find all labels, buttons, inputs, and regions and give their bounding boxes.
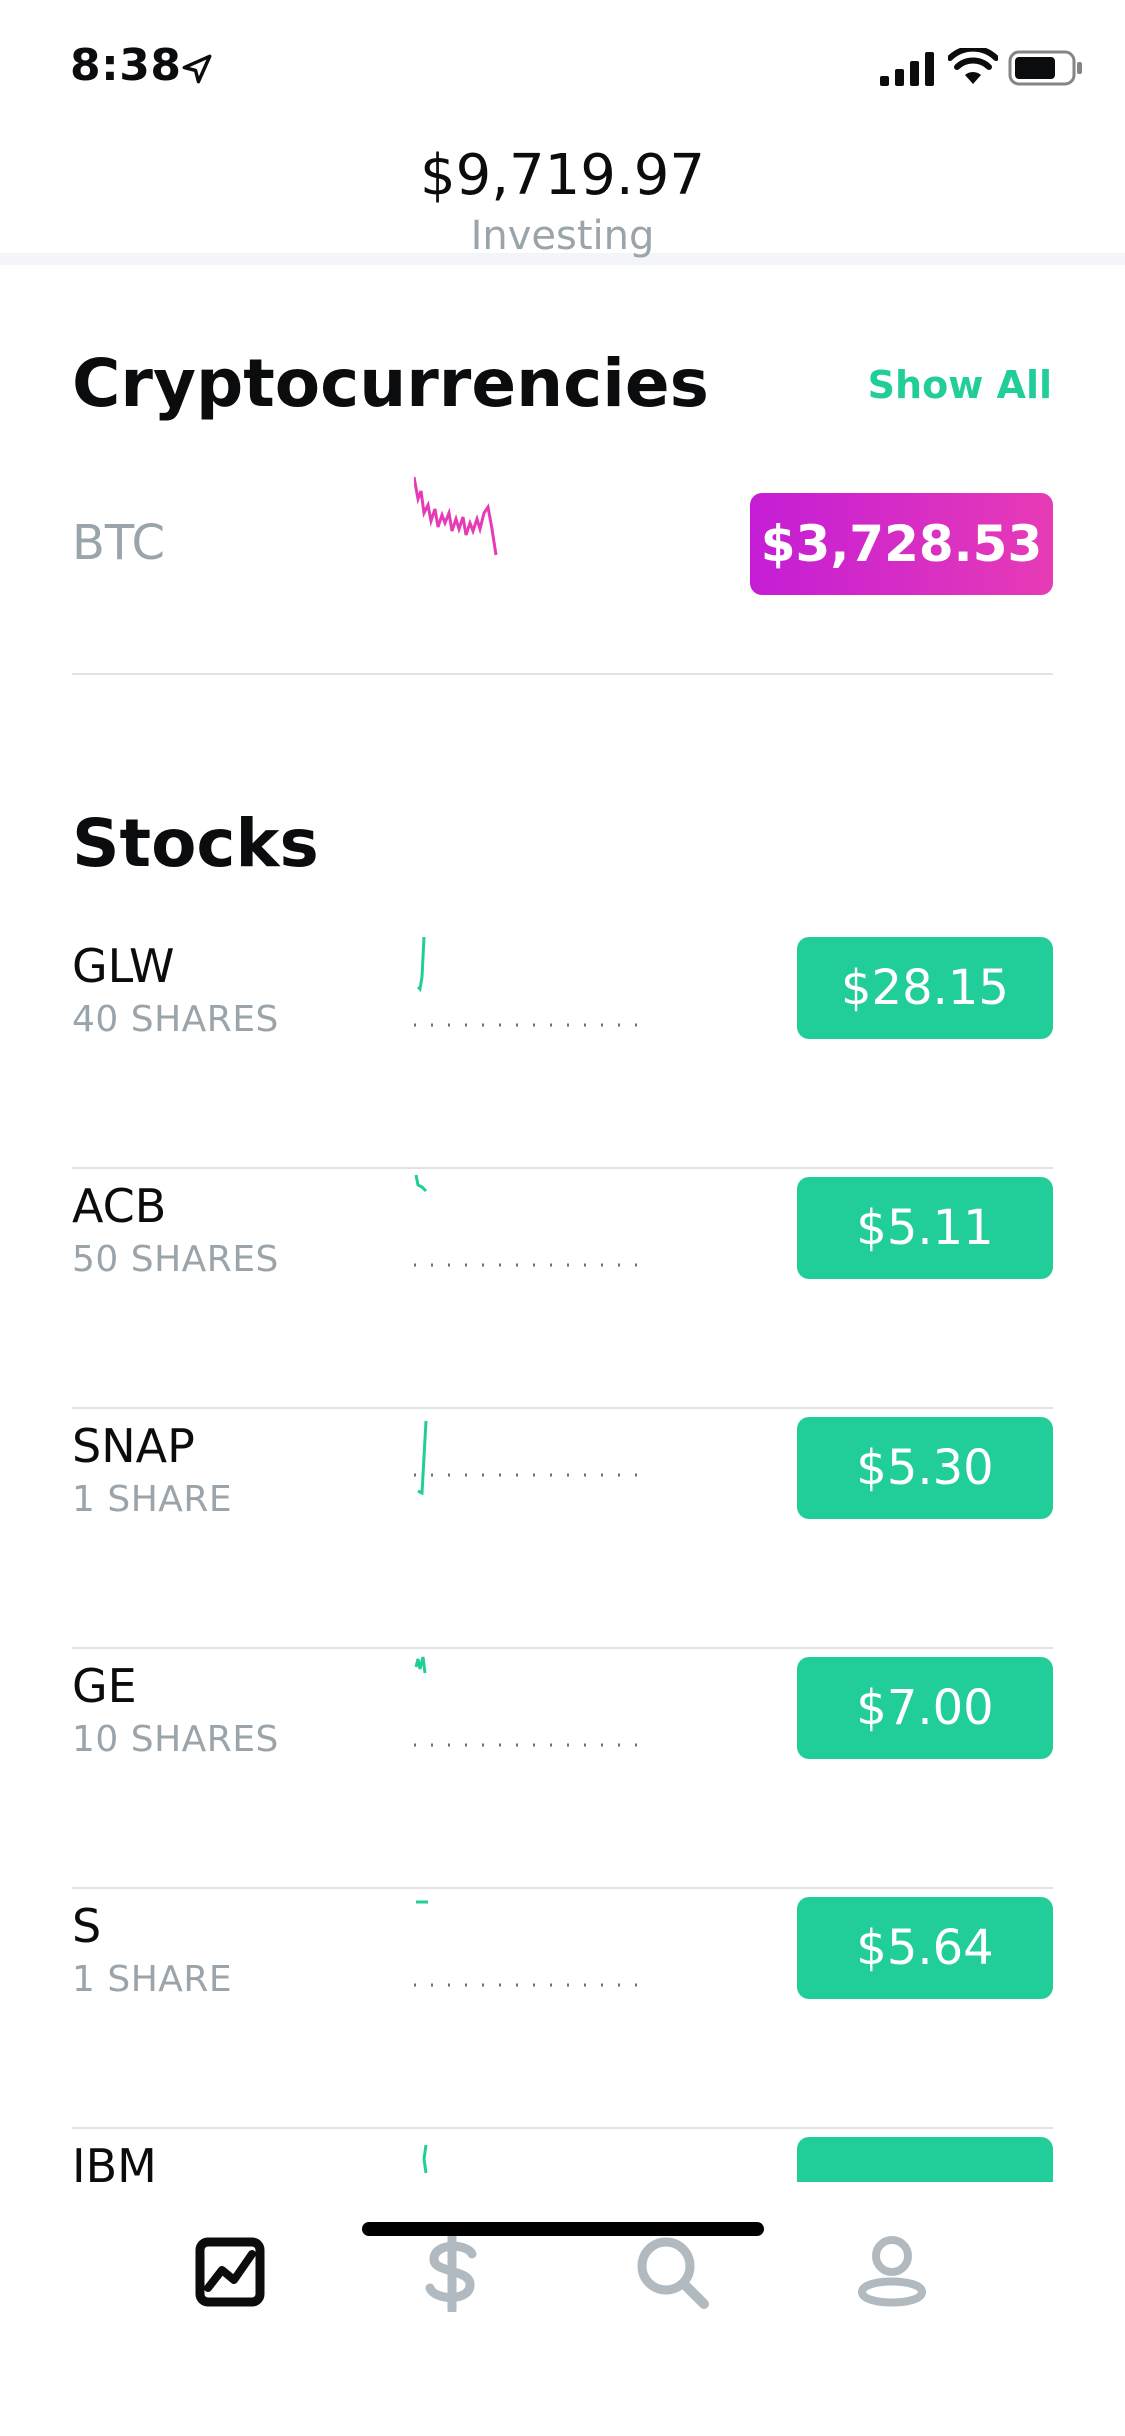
stocks-section-title: Stocks <box>72 805 319 882</box>
stock-symbol: GLW <box>72 939 175 993</box>
watchlist-content[interactable]: Cryptocurrencies Show All BTC $3,728.53 … <box>0 277 1125 2182</box>
glw-price-button[interactable]: $28.15 <box>797 937 1053 1039</box>
search-icon[interactable] <box>632 2232 712 2312</box>
stock-symbol: GE <box>72 1659 137 1713</box>
stock-row-s[interactable]: S 1 SHARE $5.64 <box>72 1889 1053 2129</box>
stock-shares: 10 SHARES <box>72 1719 279 1760</box>
location-arrow-icon <box>182 54 212 84</box>
portfolio-value: $9,719.97 <box>419 143 705 208</box>
acb-sparkline <box>414 1174 644 1267</box>
stock-row-ibm[interactable]: IBM <box>72 2129 1053 2182</box>
tab-bar <box>0 2182 1125 2436</box>
stock-symbol: ACB <box>72 1179 167 1233</box>
home-indicator <box>362 2222 764 2236</box>
stock-shares: 50 SHARES <box>72 1239 279 1280</box>
stock-shares: 1 SHARE <box>72 1479 233 1520</box>
btc-price-button[interactable]: $3,728.53 <box>750 493 1053 595</box>
stock-symbol: IBM <box>72 2139 157 2182</box>
show-all-link[interactable]: Show All <box>868 363 1052 407</box>
stock-symbol: SNAP <box>72 1419 195 1473</box>
account-icon[interactable] <box>852 2232 932 2312</box>
dollar-icon[interactable] <box>412 2232 492 2312</box>
stock-shares: 40 SHARES <box>72 999 279 1040</box>
status-bar: 8:38 <box>0 0 1125 135</box>
snap-price-button[interactable]: $5.30 <box>797 1417 1053 1519</box>
stock-row-glw[interactable]: GLW 40 SHARES $28.15 <box>72 929 1053 1169</box>
wifi-icon <box>948 48 998 84</box>
stock-shares: 1 SHARE <box>72 1959 233 2000</box>
stock-symbol: S <box>72 1899 102 1953</box>
ibm-price-button[interactable] <box>797 2137 1053 2182</box>
status-time: 8:38 <box>70 40 182 91</box>
cellular-signal-icon <box>880 52 934 86</box>
btc-sparkline <box>414 476 498 556</box>
glw-sparkline <box>414 936 644 1027</box>
portfolio-label: Investing <box>470 213 655 259</box>
acb-price-button[interactable]: $5.11 <box>797 1177 1053 1279</box>
crypto-row-btc[interactable]: BTC $3,728.53 <box>72 467 1053 675</box>
battery-icon <box>1008 50 1082 86</box>
crypto-symbol: BTC <box>72 515 165 571</box>
s-price-button[interactable]: $5.64 <box>797 1897 1053 1999</box>
ibm-sparkline <box>422 2144 428 2174</box>
stock-row-acb[interactable]: ACB 50 SHARES $5.11 <box>72 1169 1053 1409</box>
stock-row-snap[interactable]: SNAP 1 SHARE $5.30 <box>72 1409 1053 1649</box>
stock-row-ge[interactable]: GE 10 SHARES $7.00 <box>72 1649 1053 1889</box>
ge-sparkline <box>414 1656 644 1747</box>
chart-icon[interactable] <box>190 2232 270 2312</box>
snap-sparkline <box>414 1420 644 1496</box>
s-sparkline <box>414 1900 644 1987</box>
ge-price-button[interactable]: $7.00 <box>797 1657 1053 1759</box>
portfolio-header: $9,719.97 Investing <box>0 135 1125 265</box>
crypto-section-title: Cryptocurrencies <box>72 345 709 422</box>
